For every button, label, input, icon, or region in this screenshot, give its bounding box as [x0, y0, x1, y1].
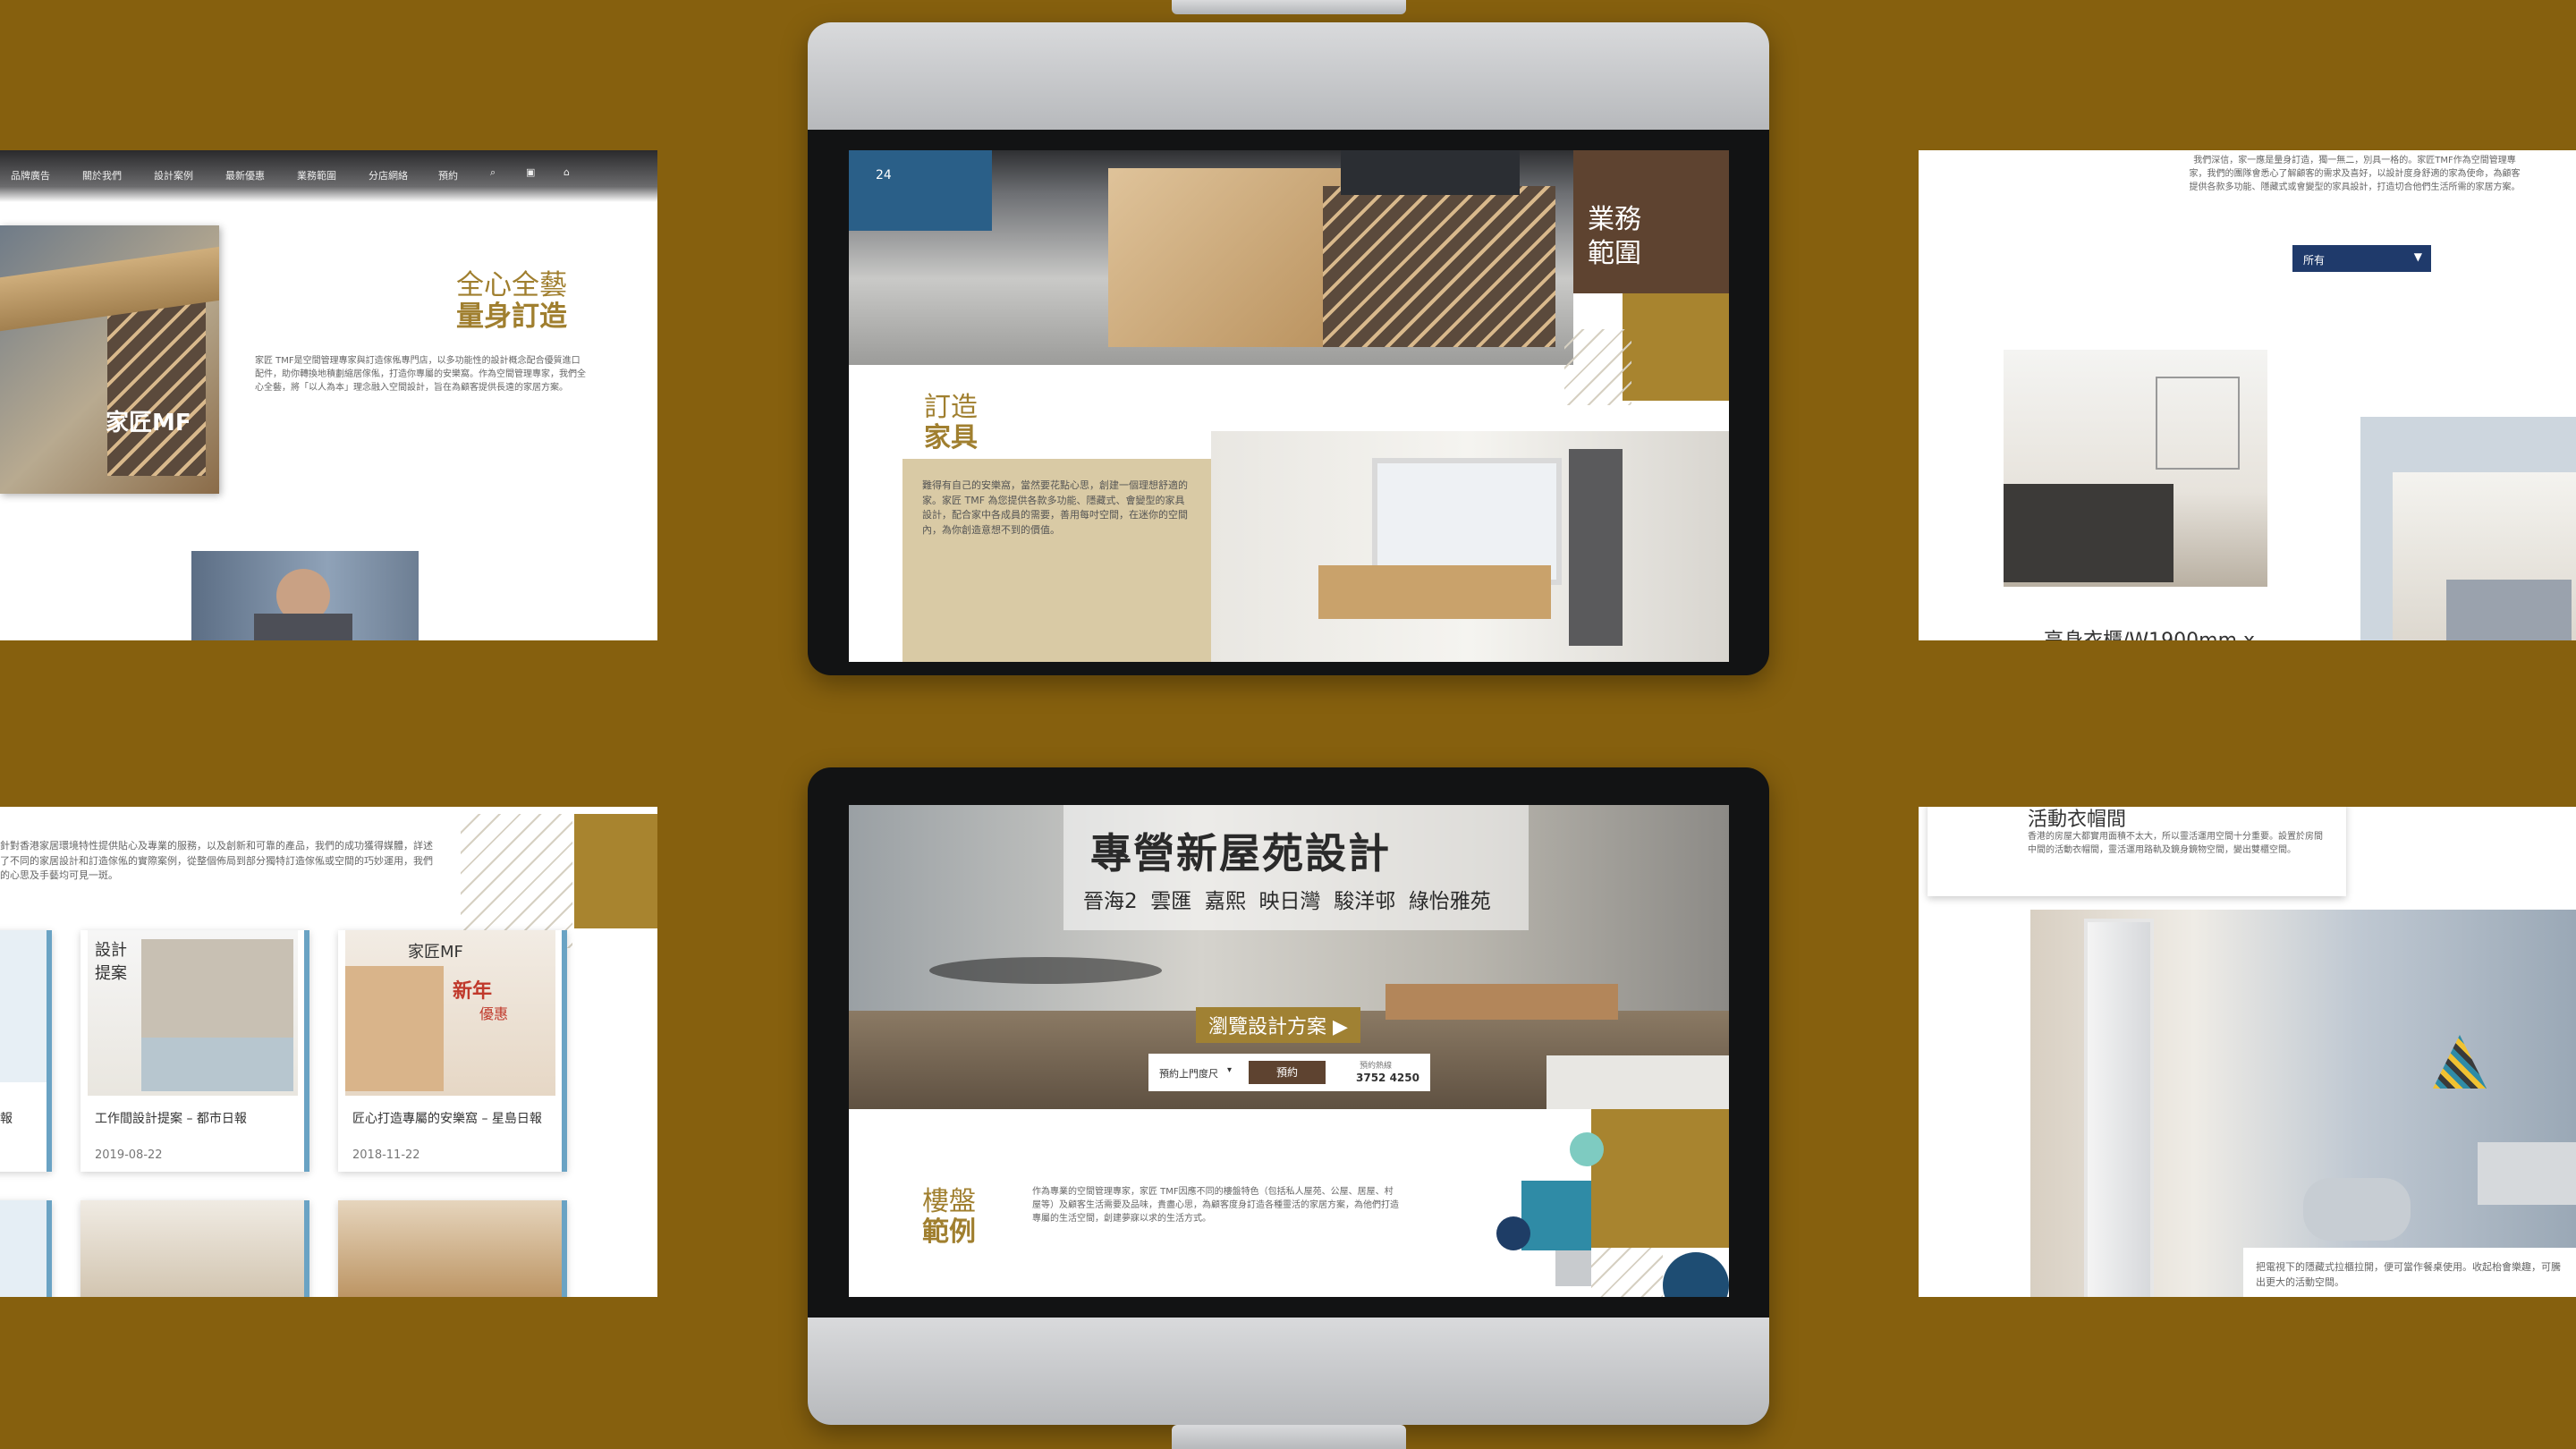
showroom-photo: 家匠MF: [0, 225, 219, 494]
newspaper-header: 新年: [453, 980, 493, 1003]
living-room-photo: [1211, 431, 1729, 662]
service-block: 業務 範圍: [1573, 150, 1729, 293]
wardrobe-caption: 把電視下的隱藏式拉櫃拉開，便可當作餐桌使用。收起枱會樂趣，可騰出更大的活動空間。: [2256, 1261, 2561, 1288]
monitor-bottom-bezel: [808, 1318, 1769, 1425]
nav-item[interactable]: 預約: [438, 168, 458, 182]
bedroom-photo-2: [2393, 472, 2576, 640]
card-title: 工作間設計提案 – 都市日報: [95, 1112, 247, 1126]
panel-wardrobe: 活動衣帽間 香港的房屋大都實用面積不太大，所以靈活運用空間十分重要。設置於房間中…: [1919, 807, 2576, 1297]
bedroom-photo-1: [2004, 350, 2267, 587]
hotline-number: 3752 4250: [1356, 1072, 1419, 1084]
card-date: 2018-11-22: [352, 1148, 420, 1162]
navy-circle: [1496, 1216, 1530, 1250]
newspaper-header: 設計提案: [95, 941, 127, 983]
wardrobe-photo: [2030, 910, 2576, 1297]
monitor-top-stand: [1172, 0, 1406, 14]
panel-media: 針對香港家居環境特性提供貼心及專業的服務，以及創新和可靠的產品，我們的成功獲得媒…: [0, 807, 657, 1297]
card-title: 報: [0, 1112, 13, 1126]
gold-block: [1623, 293, 1729, 401]
monitor-top-bezel: [808, 22, 1769, 130]
panel-about: 品牌廣告 關於我們 設計案例 最新優惠 業務範圍 分店網絡 預約 ⌕ ▣ ⌂ 家…: [0, 150, 657, 640]
media-card[interactable]: 家匠MF 新年 優惠 匠心打造專屬的安樂窩 – 星島日報 2018-11-22: [338, 930, 567, 1172]
teal-circle: [1570, 1132, 1604, 1166]
media-card[interactable]: 設計提案 工作間設計提案 – 都市日報 2019-08-22: [80, 930, 309, 1172]
newspaper-header: 家匠MF: [408, 943, 463, 962]
newspaper-thumbnail: 設計提案: [88, 930, 298, 1096]
nav-item[interactable]: 業務範圍: [297, 168, 336, 182]
hatch-pattern: [1591, 1248, 1663, 1297]
hatch-pattern: [461, 814, 572, 948]
grey-block: [1555, 1250, 1591, 1286]
gold-block: [1591, 1109, 1729, 1248]
chevron-down-icon: ▾: [1227, 1065, 1233, 1075]
nav-item[interactable]: 最新優惠: [225, 168, 265, 182]
wardrobe-text-card: 活動衣帽間 香港的房屋大都實用面積不太大，所以靈活運用空間十分重要。設置於房間中…: [1928, 807, 2346, 896]
product-caption: 高身衣櫃/W1900mm x: [2044, 624, 2255, 640]
top-nav-bar: 品牌廣告 關於我們 設計案例 最新優惠 業務範圍 分店網絡 預約 ⌕ ▣ ⌂: [0, 150, 657, 202]
wardrobe-heading: 活動衣帽間: [2028, 809, 2127, 831]
card-date: 2019-08-22: [95, 1148, 163, 1162]
store-icon[interactable]: ⌂: [564, 166, 570, 178]
monitor-bottom-stand: [1172, 1425, 1406, 1449]
wardrobe-body: 香港的房屋大都實用面積不太大，所以靈活運用空間十分重要。設置於房間中間的活動衣帽…: [2028, 832, 2323, 855]
calendar-icon[interactable]: ▣: [526, 166, 535, 178]
booking-bar: 預約上門度尺 ▾ 預約 預約熱線 3752 4250: [1148, 1054, 1430, 1091]
store-sign: 家匠MF: [106, 410, 191, 436]
furniture-heading-2: 家具: [924, 422, 978, 453]
nav-item[interactable]: 品牌廣告: [11, 168, 50, 182]
chevron-down-icon: ▼: [2413, 250, 2422, 263]
monitor-bottom: 專營新屋苑設計 晉海2 雲匯 嘉熙 映日灣 駿洋邨 綠怡雅苑 瀏覽設計方案 ▶ …: [808, 767, 1769, 1425]
banner-estates: 晉海2 雲匯 嘉熙 映日灣 駿洋邨 綠怡雅苑: [1083, 890, 1491, 913]
estate-heading-2: 範例: [922, 1216, 976, 1248]
furniture-body: 難得有自己的安樂窩，當然要花點心思，創建一個理想舒適的家。家匠 TMF 為您提供…: [922, 479, 1188, 536]
media-card-partial[interactable]: [0, 1200, 52, 1297]
nav-item[interactable]: 分店網絡: [369, 168, 408, 182]
wardrobe-caption-box: 把電視下的隱藏式拉櫃拉開，便可當作餐桌使用。收起枱會樂趣，可騰出更大的活動空間。: [2243, 1248, 2576, 1297]
gold-block: [574, 814, 657, 928]
media-intro: 針對香港家居環境特性提供貼心及專業的服務，以及創新和可靠的產品，我們的成功獲得媒…: [0, 840, 433, 881]
about-heading-line2: 量身訂造: [456, 301, 567, 333]
showroom-signage: 24: [876, 168, 892, 182]
browse-designs-button[interactable]: 瀏覽設計方案 ▶: [1196, 1007, 1360, 1043]
media-card-left[interactable]: 報: [0, 930, 52, 1172]
monitor-top: 24 業務 範圍 訂造 家具 難得有自己的安樂窩，當然要花點心思，創建一個理想舒…: [808, 22, 1769, 675]
booking-select[interactable]: 預約上門度尺: [1159, 1066, 1218, 1080]
showroom-wide-photo: 24: [849, 150, 1573, 365]
media-card-partial[interactable]: [80, 1200, 309, 1297]
service-heading-2: 範圍: [1588, 238, 1641, 269]
media-card-partial[interactable]: [338, 1200, 567, 1297]
navy-half-circle: [1663, 1252, 1729, 1297]
estate-body: 作為專業的空間管理專家，家匠 TMF因應不同的樓盤特色（包括私人屋苑、公屋、居屋…: [1032, 1187, 1399, 1224]
category-select-value: 所有: [2303, 254, 2326, 267]
monitor-top-screen: 24 業務 範圍 訂造 家具 難得有自己的安樂窩，當然要花點心思，創建一個理想舒…: [849, 150, 1729, 662]
nav-item[interactable]: 設計案例: [154, 168, 193, 182]
card-title: 匠心打造專屬的安樂窩 – 星島日報: [352, 1112, 542, 1126]
panel-products: 我們深信，家一應是量身訂造，獨一無二，別具一格的。家匠TMF作為空間管理專家，我…: [1919, 150, 2576, 640]
furniture-text-block: 難得有自己的安樂窩，當然要花點心思，創建一個理想舒適的家。家匠 TMF 為您提供…: [902, 459, 1211, 662]
hotline-label: 預約熱線: [1360, 1062, 1393, 1071]
nav-item[interactable]: 關於我們: [82, 168, 122, 182]
banner-title: 專營新屋苑設計: [1090, 829, 1391, 877]
newspaper-thumbnail: 家匠MF 新年 優惠: [345, 930, 555, 1096]
products-intro: 我們深信，家一應是量身訂造，獨一無二，別具一格的。家匠TMF作為空間管理專家，我…: [2189, 156, 2521, 192]
staff-photo: [191, 551, 419, 640]
booking-button[interactable]: 預約: [1249, 1061, 1326, 1084]
monitor-bottom-screen: 專營新屋苑設計 晉海2 雲匯 嘉熙 映日灣 駿洋邨 綠怡雅苑 瀏覽設計方案 ▶ …: [849, 805, 1729, 1297]
category-select[interactable]: 所有 ▼: [2292, 245, 2431, 272]
newspaper-header: 優惠: [479, 1005, 509, 1022]
search-icon[interactable]: ⌕: [490, 166, 496, 179]
teal-block: [1521, 1181, 1591, 1250]
about-body: 家匠 TMF是空間管理專家與訂造傢俬專門店，以多功能性的設計概念配合優質進口配件…: [255, 356, 586, 393]
hatch-pattern: [1564, 329, 1631, 405]
